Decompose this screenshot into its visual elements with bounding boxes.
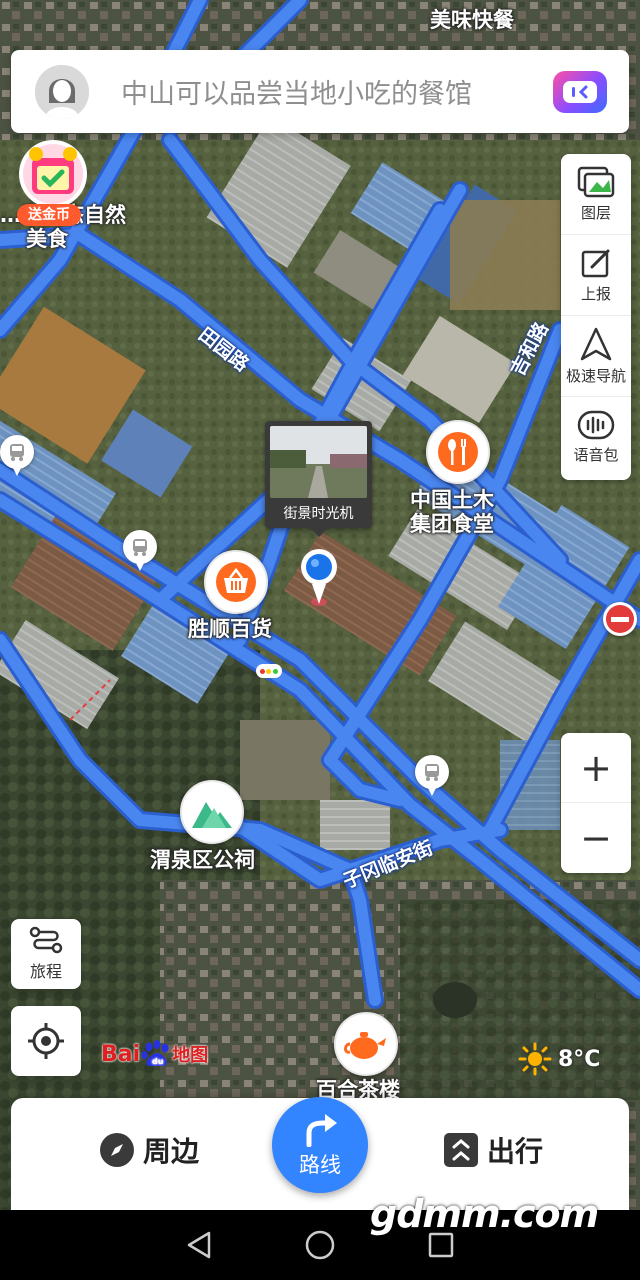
back-icon[interactable] bbox=[185, 1230, 213, 1260]
restaurant-icon bbox=[438, 432, 478, 472]
bus-icon bbox=[425, 764, 439, 781]
crosshair-icon bbox=[28, 1023, 64, 1059]
locate-me-button[interactable] bbox=[11, 1006, 81, 1076]
bus-stop-marker[interactable] bbox=[415, 755, 449, 796]
fast-navigation-label: 极速导航 bbox=[565, 366, 626, 385]
travel-label: 出行 bbox=[487, 1135, 544, 1168]
voice-pack-label: 语音包 bbox=[573, 446, 619, 464]
bus-stop-marker[interactable] bbox=[0, 435, 34, 476]
fast-navigation-button[interactable]: 极速导航 bbox=[561, 316, 631, 397]
baidu-logo-text: Bai bbox=[101, 1041, 141, 1067]
gold-coin-label[interactable]: 送金币 bbox=[17, 204, 81, 226]
streetview-popup[interactable]: 街景时光机 bbox=[265, 421, 372, 537]
poi-teahouse-marker[interactable] bbox=[334, 1012, 398, 1076]
bus-stop-marker[interactable] bbox=[123, 530, 157, 571]
route-arrow-icon bbox=[306, 1114, 337, 1147]
route-label: 路线 bbox=[299, 1153, 341, 1177]
no-entry-sign-icon bbox=[603, 602, 637, 636]
poi-canteen-marker[interactable] bbox=[426, 420, 490, 484]
poi-label-canteen-line1: 中国土木 bbox=[410, 488, 494, 512]
poi-label-canteen[interactable]: 中国土木 集团食堂 bbox=[410, 488, 494, 536]
report-button[interactable]: 上报 bbox=[561, 235, 631, 316]
poi-ancestral-hall-marker[interactable] bbox=[180, 780, 244, 844]
map-view[interactable]: 田园路 吉和路 子冈临安街 美味快餐 …原生态自然 美食 送金币 bbox=[0, 0, 640, 1210]
baidu-logo-map-text: 地图 bbox=[172, 1045, 209, 1066]
weather-widget[interactable]: 8°C bbox=[518, 1042, 600, 1076]
streetview-thumbnail bbox=[270, 426, 367, 498]
navigation-icon bbox=[580, 327, 612, 360]
layers-button[interactable]: 图层 bbox=[561, 154, 631, 235]
avatar[interactable] bbox=[35, 64, 89, 119]
poi-department-store-marker[interactable] bbox=[204, 550, 268, 614]
mountain-icon bbox=[192, 802, 232, 828]
baidu-map-logo: Bai du 地图 bbox=[101, 1040, 208, 1068]
svg-text:du: du bbox=[152, 1057, 164, 1066]
bus-icon bbox=[133, 539, 147, 556]
voice-assistant-button[interactable] bbox=[553, 70, 607, 113]
route-button[interactable]: 路线 bbox=[272, 1097, 368, 1193]
travel-icon bbox=[444, 1133, 478, 1167]
trip-button[interactable]: 旅程 bbox=[11, 919, 81, 989]
travel-button[interactable]: 出行 bbox=[443, 1130, 543, 1170]
paw-logo-icon: du bbox=[141, 1040, 169, 1066]
search-bar[interactable]: 中山可以品尝当地小吃的餐馆 bbox=[11, 50, 629, 133]
traffic-light-icon bbox=[256, 664, 282, 678]
zoom-out-button[interactable]: − bbox=[561, 803, 631, 873]
poi-label-natural-food-line2: 美食 bbox=[26, 227, 68, 251]
shopping-basket-icon bbox=[216, 562, 256, 602]
map-toolbar: 图层 上报 极速导航 语音包 bbox=[561, 154, 631, 480]
zoom-in-button[interactable]: + bbox=[561, 733, 631, 803]
temperature-text: 8°C bbox=[558, 1046, 601, 1072]
report-icon bbox=[581, 249, 610, 277]
current-location-marker bbox=[300, 548, 338, 612]
voice-pack-button[interactable]: 语音包 bbox=[561, 397, 631, 478]
watermark: gdmm.com bbox=[370, 1192, 599, 1236]
layers-icon bbox=[577, 166, 615, 197]
streetview-label: 街景时光机 bbox=[283, 506, 354, 522]
bus-icon bbox=[10, 444, 24, 461]
voice-assistant-icon bbox=[563, 80, 597, 103]
search-input[interactable]: 中山可以品尝当地小吃的餐馆 bbox=[121, 72, 553, 111]
trip-label: 旅程 bbox=[29, 962, 62, 981]
sun-icon bbox=[518, 1042, 552, 1076]
poi-label-department-store[interactable]: 胜顺百货 bbox=[188, 617, 272, 641]
route-trip-icon bbox=[29, 926, 63, 954]
layers-label: 图层 bbox=[580, 203, 611, 222]
poi-label-canteen-line2: 集团食堂 bbox=[410, 512, 494, 536]
home-icon[interactable] bbox=[304, 1229, 336, 1261]
user-avatar-icon bbox=[35, 64, 89, 119]
teapot-icon bbox=[344, 1032, 386, 1059]
voice-pack-icon bbox=[577, 410, 615, 440]
poi-label-ancestral-hall[interactable]: 渭泉区公祠 bbox=[150, 848, 255, 872]
nearby-label: 周边 bbox=[143, 1135, 200, 1168]
compass-icon bbox=[100, 1133, 134, 1167]
nearby-button[interactable]: 周边 bbox=[99, 1130, 199, 1170]
poi-label-fast-food[interactable]: 美味快餐 bbox=[430, 8, 514, 32]
report-label: 上报 bbox=[580, 284, 611, 303]
zoom-control: + − bbox=[561, 733, 631, 873]
